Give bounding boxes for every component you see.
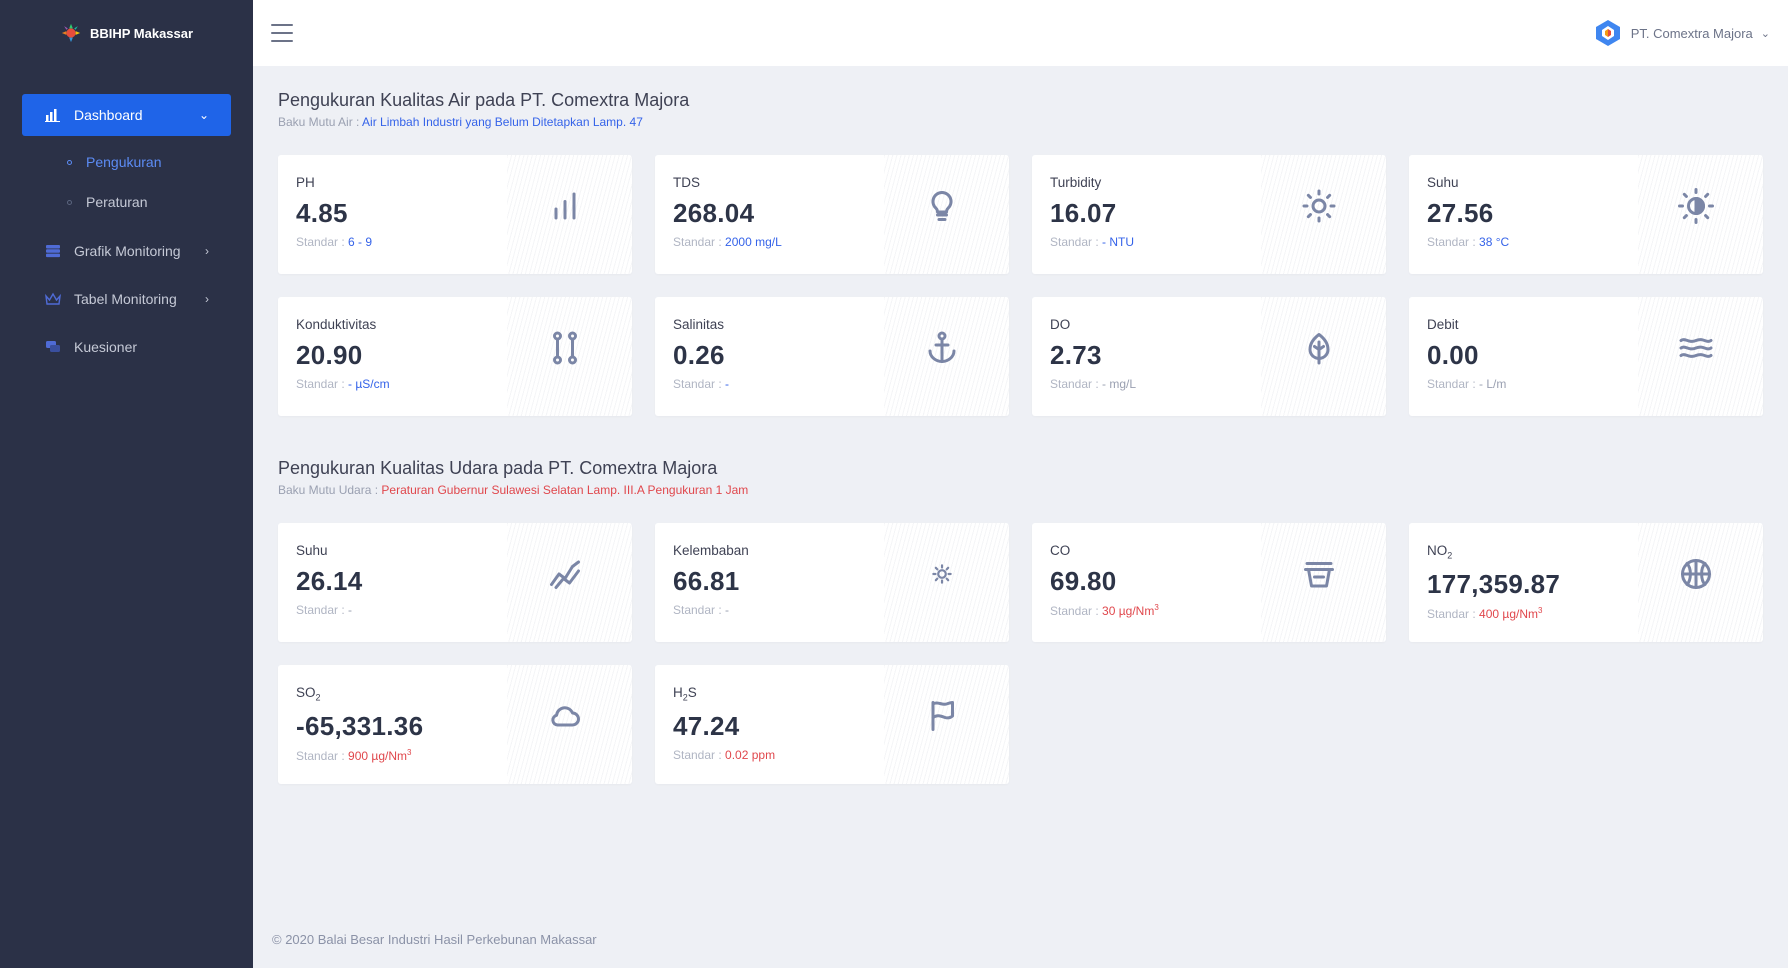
card-h2s[interactable]: H2S 47.24 Standar : 0.02 ppm: [655, 665, 1009, 784]
sidebar-subitem-label: Peraturan: [86, 194, 148, 210]
chevron-right-icon: ›: [205, 244, 209, 258]
water-regulation-link[interactable]: Air Limbah Industri yang Belum Ditetapka…: [362, 115, 643, 129]
chevron-down-icon: ⌄: [198, 108, 209, 122]
sidebar-item-label: Dashboard: [74, 107, 143, 123]
card-standard: Standar : 400 µg/Nm3: [1427, 605, 1543, 621]
card-standard: Standar : 6 - 9: [296, 235, 373, 249]
air-sub-prefix: Baku Mutu Udara :: [278, 483, 379, 497]
air-regulation-link[interactable]: Peraturan Gubernur Sulawesi Selatan Lamp…: [381, 483, 748, 497]
crown-icon: [44, 290, 62, 308]
basketball-icon: [1677, 555, 1715, 593]
sidebar-nav: Dashboard ⌄ Pengukuran Peraturan Grafik …: [0, 66, 253, 368]
cloud-icon: [546, 697, 584, 735]
leaf-icon: [1300, 329, 1338, 367]
brand-logo-icon: [61, 23, 81, 43]
water-section-subtitle: Baku Mutu Air : Air Limbah Industri yang…: [278, 115, 1765, 129]
bullet-icon: [67, 159, 72, 165]
card-standard: Standar : - NTU: [1050, 235, 1135, 249]
card-standard: Standar : 0.02 ppm: [673, 747, 776, 762]
flag-icon: [923, 697, 961, 735]
card-suhu-air[interactable]: Suhu 27.56 Standar : 38 °C: [1409, 155, 1763, 274]
water-sub-prefix: Baku Mutu Air :: [278, 115, 360, 129]
sidebar-item-label: Grafik Monitoring: [74, 243, 181, 259]
card-ph[interactable]: PH 4.85 Standar : 6 - 9: [278, 155, 632, 274]
chat-icon: [44, 338, 62, 356]
waves-icon: [1677, 329, 1715, 367]
sidebar-item-grafik-monitoring[interactable]: Grafik Monitoring ›: [22, 230, 231, 272]
chevron-right-icon: ›: [205, 292, 209, 306]
water-section-title: Pengukuran Kualitas Air pada PT. Comextr…: [278, 90, 690, 110]
card-kelembaban[interactable]: Kelembaban 66.81 Standar : -: [655, 523, 1009, 642]
card-standard: Standar : -: [673, 603, 730, 617]
card-no2[interactable]: NO2 177,359.87 Standar : 400 µg/Nm3: [1409, 523, 1763, 642]
card-standard: Standar : 2000 mg/L: [673, 235, 782, 249]
user-menu[interactable]: PT. Comextra Majora ⌄: [1593, 18, 1770, 48]
sidebar-item-label: Tabel Monitoring: [74, 291, 177, 307]
air-card-grid: Suhu 26.14 Standar : - Kelembaban 66.81 …: [278, 523, 1765, 784]
sidebar-subitem-pengukuran[interactable]: Pengukuran: [22, 142, 231, 182]
sidebar-item-label: Kuesioner: [74, 339, 138, 355]
card-co[interactable]: CO 69.80 Standar : 30 µg/Nm3: [1032, 523, 1386, 642]
chevron-down-icon: ⌄: [1760, 27, 1770, 40]
bullet-icon: [67, 199, 72, 205]
small-sun-icon: [923, 555, 961, 593]
card-so2[interactable]: SO2 -65,331.36 Standar : 900 µg/Nm3: [278, 665, 632, 784]
card-turbidity[interactable]: Turbidity 16.07 Standar : - NTU: [1032, 155, 1386, 274]
trend-icon: [546, 555, 584, 593]
sidebar-item-kuesioner[interactable]: Kuesioner: [22, 326, 231, 368]
sidebar-subitem-label: Pengukuran: [86, 154, 162, 170]
card-standard: Standar : 30 µg/Nm3: [1050, 603, 1159, 618]
bar-chart-icon: [44, 106, 62, 124]
bulb-icon: [923, 187, 961, 225]
water-card-grid: PH 4.85 Standar : 6 - 9 TDS 268.04 Stand…: [278, 155, 1765, 416]
database-icon: [44, 242, 62, 260]
card-standard: Standar : -: [673, 377, 730, 391]
sidebar-subitem-peraturan[interactable]: Peraturan: [22, 182, 231, 222]
card-debit[interactable]: Debit 0.00 Standar : - L/m: [1409, 297, 1763, 416]
route-icon: [546, 329, 584, 367]
anchor-icon: [923, 329, 961, 367]
footer-copyright: © 2020 Balai Besar Industri Hasil Perkeb…: [272, 932, 597, 947]
brand[interactable]: BBIHP Makassar: [0, 0, 253, 66]
sidebar-item-tabel-monitoring[interactable]: Tabel Monitoring ›: [22, 278, 231, 320]
card-tds[interactable]: TDS 268.04 Standar : 2000 mg/L: [655, 155, 1009, 274]
card-salinitas[interactable]: Salinitas 0.26 Standar : -: [655, 297, 1009, 416]
sidebar: BBIHP Makassar Dashboard ⌄ Pengukuran Pe…: [0, 0, 253, 968]
card-standard: Standar : -: [296, 603, 353, 617]
company-logo-icon: [1595, 20, 1620, 46]
brightness-icon: [1677, 187, 1715, 225]
air-section-title: Pengukuran Kualitas Udara pada PT. Comex…: [278, 458, 718, 478]
card-konduktivitas[interactable]: Konduktivitas 20.90 Standar : - µS/cm: [278, 297, 632, 416]
card-standard: Standar : - mg/L: [1050, 377, 1137, 391]
user-name: PT. Comextra Majora: [1630, 25, 1753, 41]
card-do[interactable]: DO 2.73 Standar : - mg/L: [1032, 297, 1386, 416]
brand-name: BBIHP Makassar: [89, 25, 194, 41]
card-standard: Standar : 900 µg/Nm3: [296, 747, 412, 763]
main-content: Pengukuran Kualitas Air pada PT. Comextr…: [278, 66, 1765, 784]
topbar: PT. Comextra Majora ⌄: [253, 0, 1788, 66]
bar-chart-icon: [546, 187, 584, 225]
card-standard: Standar : - µS/cm: [296, 377, 390, 391]
card-standard: Standar : 38 °C: [1427, 235, 1510, 249]
card-standard: Standar : - L/m: [1427, 377, 1507, 391]
air-section-subtitle: Baku Mutu Udara : Peraturan Gubernur Sul…: [278, 483, 1765, 497]
sun-icon: [1300, 187, 1338, 225]
bucket-icon: [1300, 555, 1338, 593]
card-suhu-udara[interactable]: Suhu 26.14 Standar : -: [278, 523, 632, 642]
sidebar-item-dashboard[interactable]: Dashboard ⌄: [22, 94, 231, 136]
menu-toggle-icon[interactable]: [271, 24, 293, 42]
